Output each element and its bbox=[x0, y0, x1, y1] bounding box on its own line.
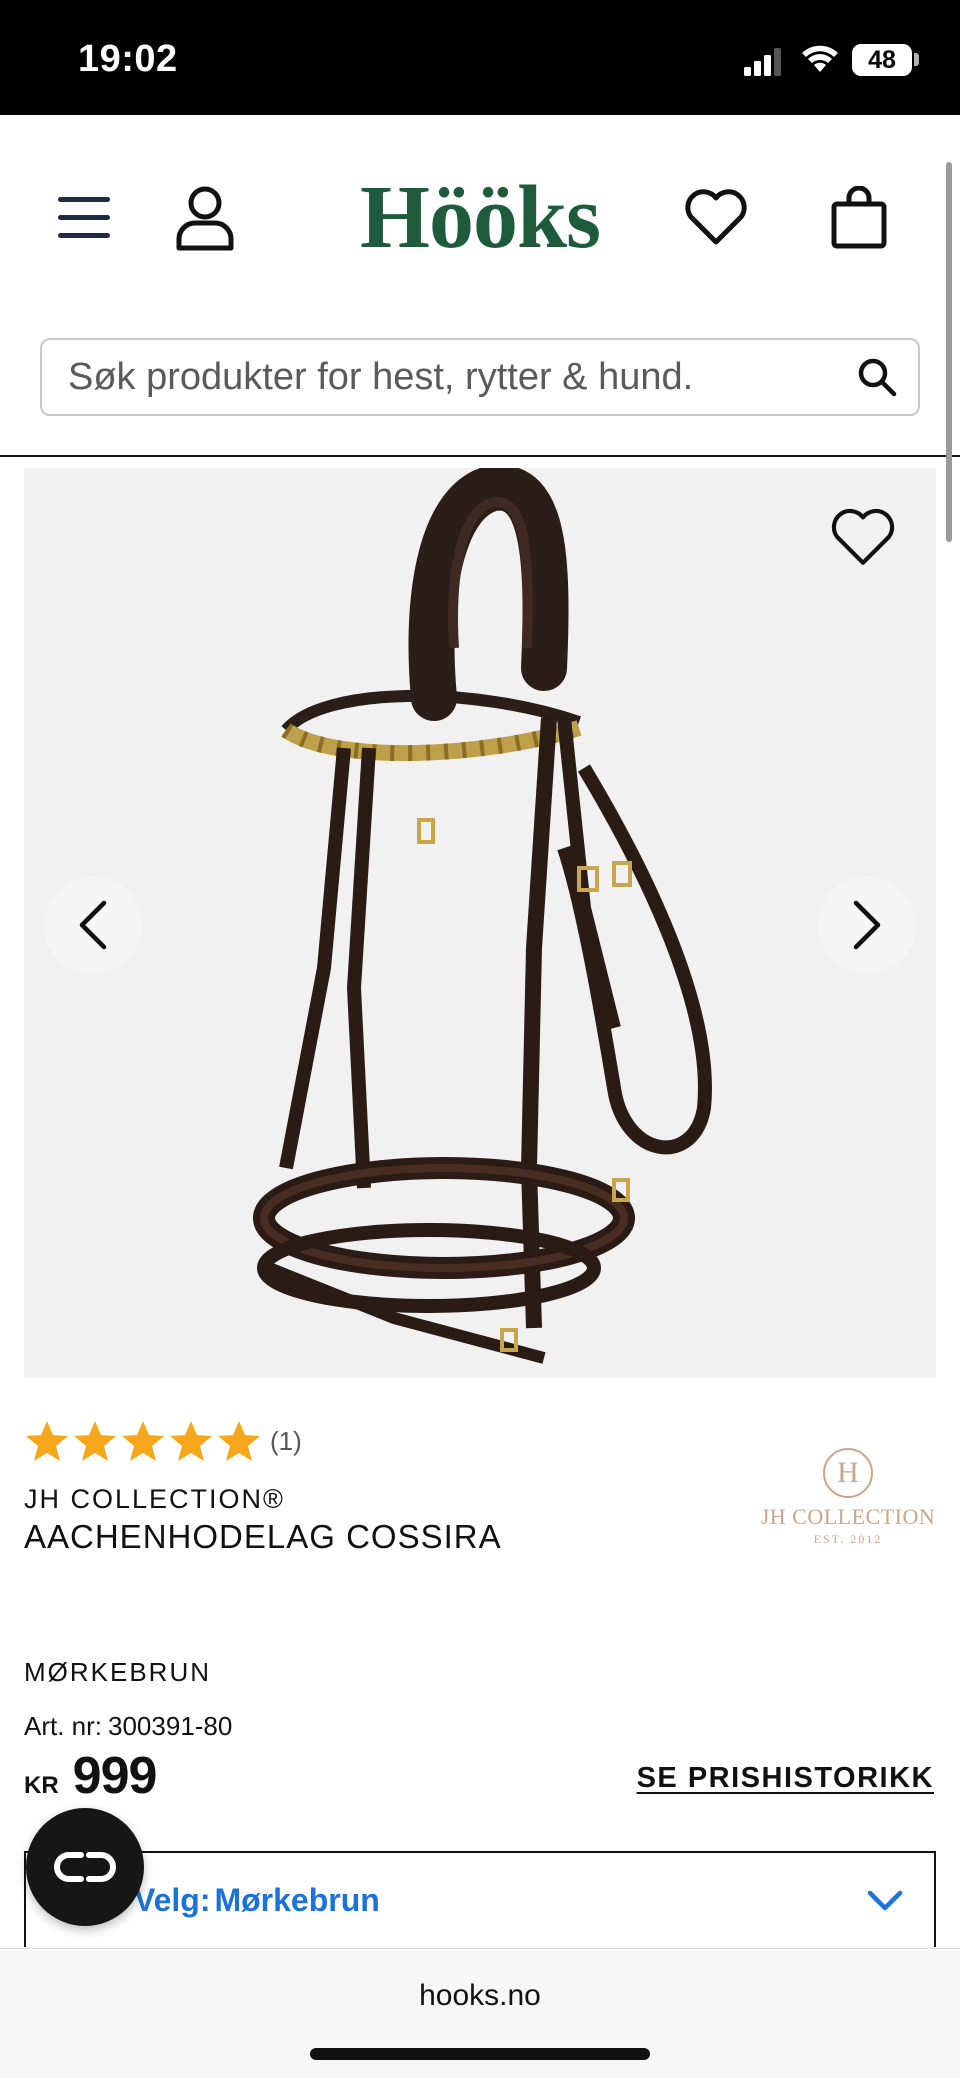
header-divider bbox=[0, 455, 960, 457]
variant-value: Mørkebrun bbox=[214, 1881, 380, 1918]
product-gallery[interactable] bbox=[24, 468, 936, 1378]
product-color: MØRKEBRUN bbox=[24, 1657, 212, 1687]
star-icon bbox=[74, 1421, 116, 1461]
product-price: KR 999 bbox=[24, 1746, 158, 1808]
status-time: 19:02 bbox=[78, 38, 178, 80]
review-count[interactable]: (1) bbox=[270, 1426, 302, 1457]
variant-label: Velg: bbox=[134, 1881, 211, 1918]
browser-url[interactable]: hooks.no bbox=[0, 1979, 960, 2013]
signal-icon bbox=[744, 48, 781, 76]
site-logo[interactable]: Hööks bbox=[340, 168, 620, 267]
gallery-prev-button[interactable] bbox=[44, 876, 142, 974]
gallery-next-button[interactable] bbox=[818, 876, 916, 974]
chat-icon bbox=[54, 1852, 116, 1882]
brand-logo-name: JH COLLECTION bbox=[760, 1504, 936, 1529]
chat-button[interactable] bbox=[26, 1808, 144, 1926]
brand-logo[interactable]: H JH COLLECTION EST. 2012 bbox=[758, 1448, 938, 1563]
site-header: Hööks bbox=[0, 115, 960, 455]
star-icon bbox=[122, 1421, 164, 1461]
favorite-heart-icon[interactable] bbox=[830, 506, 896, 568]
star-icon bbox=[170, 1421, 212, 1461]
variant-select[interactable]: Velg: Mørkebrun bbox=[24, 1851, 936, 1947]
article-number: Art. nr: 300391-80 bbox=[24, 1711, 232, 1742]
search-input[interactable] bbox=[42, 340, 852, 414]
search-icon[interactable] bbox=[856, 356, 898, 398]
chevron-down-icon bbox=[867, 1890, 903, 1911]
search-bar[interactable] bbox=[40, 338, 920, 416]
price-history-link[interactable]: SE PRISHISTORIKK bbox=[637, 1762, 934, 1795]
battery-indicator: 48 bbox=[852, 44, 912, 76]
product-rating[interactable]: (1) bbox=[24, 1418, 302, 1464]
product-title: AACHENHODELAG COSSIRA bbox=[24, 1518, 502, 1555]
product-image bbox=[253, 468, 712, 1364]
star-icon bbox=[26, 1421, 68, 1461]
home-indicator[interactable] bbox=[310, 2048, 650, 2060]
heart-icon[interactable] bbox=[684, 187, 748, 247]
status-bar: 19:02 48 bbox=[0, 0, 960, 115]
page-scrollbar[interactable] bbox=[946, 162, 952, 542]
menu-icon[interactable] bbox=[56, 190, 112, 246]
chevron-left-icon bbox=[79, 900, 107, 950]
price-amount: 999 bbox=[72, 1747, 158, 1805]
product-brand[interactable]: JH COLLECTION® bbox=[24, 1484, 285, 1515]
user-icon[interactable] bbox=[172, 183, 238, 253]
article-number-label: Art. nr: bbox=[24, 1711, 103, 1741]
price-currency: KR bbox=[24, 1772, 59, 1799]
chevron-right-icon bbox=[853, 900, 881, 950]
bag-icon[interactable] bbox=[830, 185, 888, 251]
battery-cap bbox=[914, 53, 919, 66]
brand-logo-est: EST. 2012 bbox=[813, 1532, 883, 1546]
brand-monogram: H bbox=[823, 1448, 873, 1498]
article-number-value: 300391-80 bbox=[108, 1711, 233, 1741]
wifi-icon bbox=[802, 45, 838, 72]
star-icon bbox=[218, 1421, 260, 1461]
